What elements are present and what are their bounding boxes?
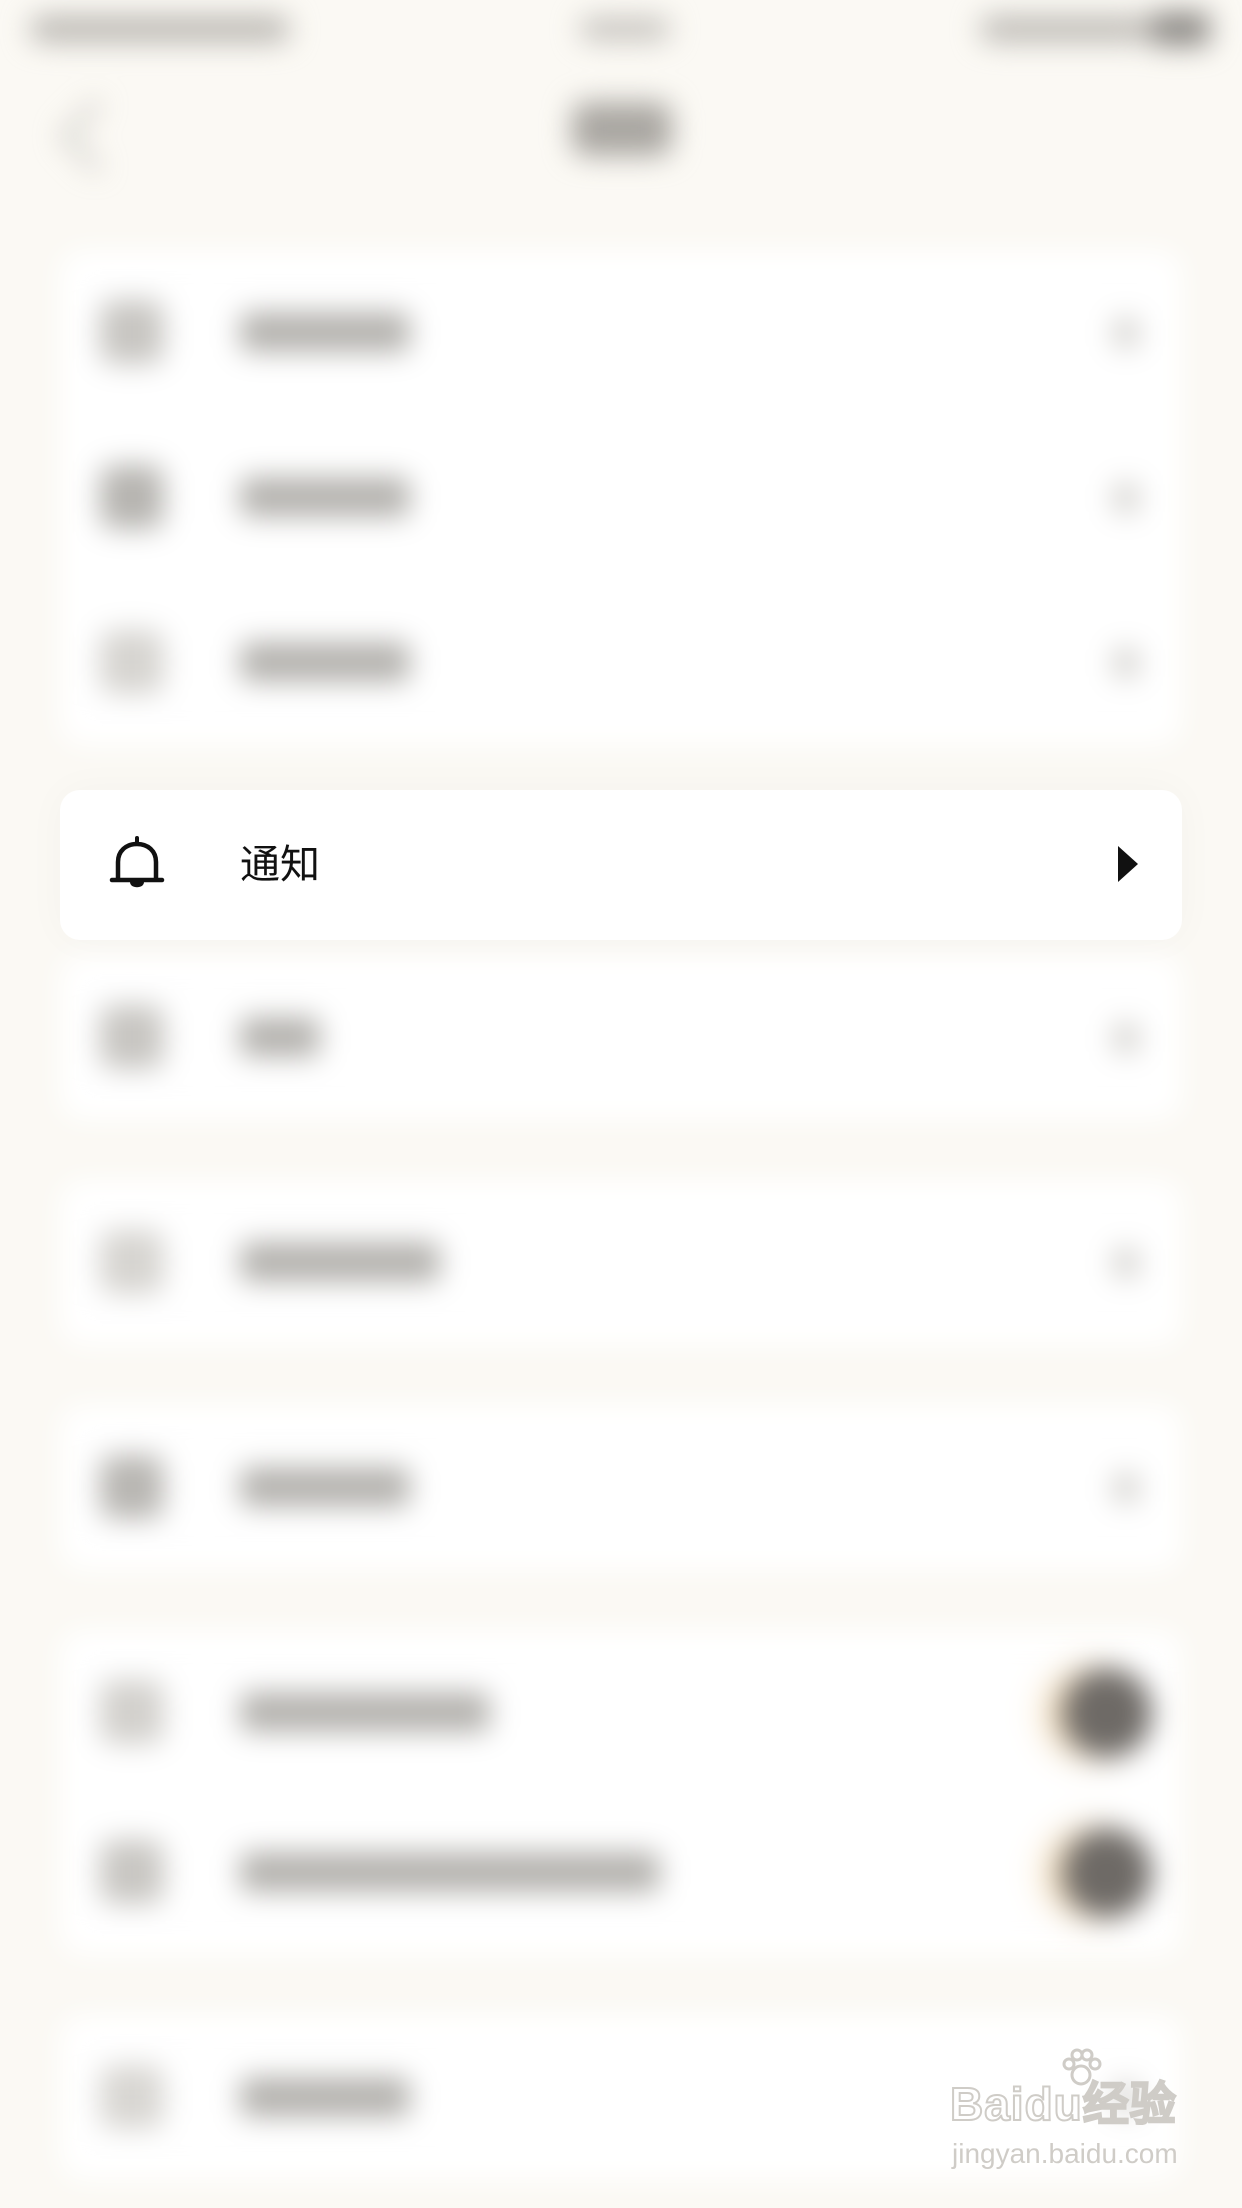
chevron-right-icon [1114, 1248, 1138, 1278]
settings-group-1 [60, 250, 1182, 745]
settings-row[interactable] [60, 415, 1182, 580]
chevron-right-icon [1114, 483, 1138, 513]
settings-group-3 [60, 1180, 1182, 1345]
settings-row[interactable] [60, 250, 1182, 415]
row-icon [100, 1680, 164, 1744]
notification-settings-row[interactable]: 通知 [60, 790, 1182, 940]
row-label [240, 312, 410, 352]
blurred-background [0, 0, 1242, 2208]
chevron-right-icon [1118, 846, 1138, 882]
row-label [240, 1242, 440, 1282]
settings-row[interactable] [60, 1405, 1182, 1570]
row-icon [100, 1230, 164, 1294]
row-icon [100, 1840, 164, 1904]
status-carrier [30, 16, 290, 42]
settings-row[interactable] [60, 580, 1182, 745]
settings-row[interactable] [60, 1180, 1182, 1345]
watermark: Baidu经验 jingyan.baidu.com [949, 2048, 1210, 2188]
status-indicators [980, 16, 1150, 42]
row-label [240, 1467, 410, 1507]
avatar [1062, 1668, 1152, 1758]
nav-bar [0, 70, 1242, 180]
row-label [240, 1692, 490, 1732]
chevron-right-icon [1114, 1473, 1138, 1503]
row-icon [100, 300, 164, 364]
paw-icon [1060, 2048, 1102, 2090]
row-label [240, 1852, 660, 1892]
avatar [1062, 1828, 1152, 1918]
row-icon [100, 1455, 164, 1519]
settings-row[interactable] [60, 955, 1182, 1120]
settings-row[interactable] [60, 1630, 1182, 1795]
row-label [240, 2077, 410, 2117]
page-title [572, 102, 672, 156]
chevron-right-icon [1114, 1023, 1138, 1053]
row-label [240, 642, 410, 682]
battery-icon [1150, 12, 1210, 46]
row-icon [100, 465, 164, 529]
back-icon[interactable] [59, 99, 133, 173]
row-icon [100, 2065, 164, 2129]
settings-group-2 [60, 955, 1182, 1120]
row-icon [100, 630, 164, 694]
row-label [240, 1017, 320, 1057]
watermark-url: jingyan.baidu.com [952, 2138, 1178, 2169]
row-icon [100, 1005, 164, 1069]
settings-group-4 [60, 1405, 1182, 1570]
chevron-right-icon [1114, 648, 1138, 678]
status-bar [0, 0, 1242, 60]
settings-row[interactable] [60, 1790, 1182, 1955]
chevron-right-icon [1114, 318, 1138, 348]
settings-screen: 通知 Baidu经验 jingyan.baidu.com [0, 0, 1242, 2208]
notification-label: 通知 [240, 842, 320, 888]
settings-group-5 [60, 1630, 1182, 1955]
bell-icon [104, 832, 170, 898]
status-time [580, 18, 670, 40]
row-label [240, 477, 410, 517]
